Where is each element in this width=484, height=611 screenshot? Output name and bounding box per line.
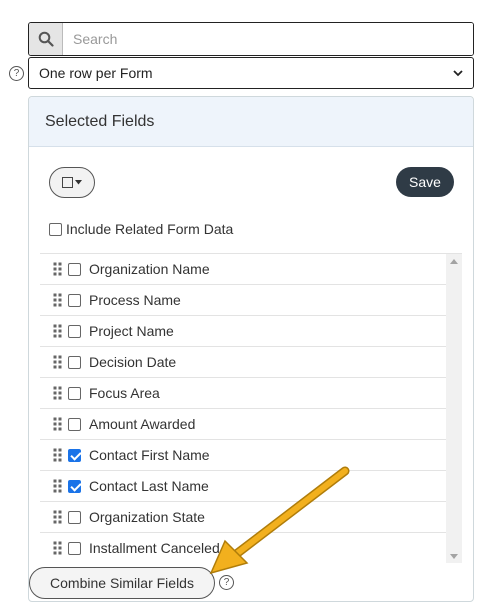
drag-handle-icon[interactable] <box>53 355 65 369</box>
drag-handle-icon[interactable] <box>53 293 65 307</box>
field-checkbox[interactable] <box>68 417 81 431</box>
field-row[interactable]: Amount Awarded <box>40 409 446 440</box>
field-row[interactable]: Contact Last Name <box>40 471 446 502</box>
caret-down-icon <box>75 180 82 185</box>
field-label: Organization Name <box>89 261 210 277</box>
field-list-scrollbar[interactable] <box>446 254 462 563</box>
checkbox-square-icon <box>62 177 73 188</box>
field-checkbox[interactable] <box>68 510 81 524</box>
field-row[interactable]: Installment Canceled <box>40 533 446 563</box>
search-button[interactable] <box>29 23 63 55</box>
field-checkbox[interactable] <box>68 386 81 400</box>
search-bar <box>28 22 474 56</box>
drag-handle-icon[interactable] <box>53 479 65 493</box>
row-mode-selected: One row per Form <box>39 65 153 81</box>
include-related-option: Include Related Form Data <box>49 221 233 237</box>
search-icon <box>38 31 54 47</box>
field-label: Installment Canceled <box>89 540 220 556</box>
field-checkbox[interactable] <box>68 293 81 307</box>
field-label: Organization State <box>89 509 205 525</box>
field-checkbox[interactable] <box>68 541 81 555</box>
combine-help-icon[interactable]: ? <box>219 575 234 590</box>
scroll-down-icon[interactable] <box>450 554 458 559</box>
drag-handle-icon[interactable] <box>53 417 65 431</box>
drag-handle-icon[interactable] <box>53 262 65 276</box>
select-options-dropdown[interactable] <box>49 167 95 198</box>
drag-handle-icon[interactable] <box>53 324 65 338</box>
field-row[interactable]: Decision Date <box>40 347 446 378</box>
row-mode-select[interactable]: One row per Form <box>28 57 474 89</box>
field-row[interactable]: Organization Name <box>40 254 446 285</box>
save-button[interactable]: Save <box>396 167 454 197</box>
combine-similar-fields-button[interactable]: Combine Similar Fields <box>29 567 215 599</box>
selected-fields-panel: Selected Fields Save Include Related For… <box>28 96 474 602</box>
field-row[interactable]: Project Name <box>40 316 446 347</box>
field-list: Organization Name Process Name Project Nam… <box>40 253 462 563</box>
drag-handle-icon[interactable] <box>53 510 65 524</box>
field-label: Project Name <box>89 323 174 339</box>
field-checkbox[interactable] <box>68 448 81 462</box>
include-related-label: Include Related Form Data <box>66 221 234 237</box>
field-label: Contact Last Name <box>89 478 209 494</box>
field-label: Contact First Name <box>89 447 210 463</box>
help-icon[interactable]: ? <box>9 66 24 81</box>
field-row[interactable]: Contact First Name <box>40 440 446 471</box>
panel-title: Selected Fields <box>45 112 155 130</box>
drag-handle-icon[interactable] <box>53 541 65 555</box>
scroll-up-icon[interactable] <box>450 259 458 264</box>
search-input[interactable] <box>63 23 473 55</box>
chevron-down-icon <box>453 69 463 76</box>
field-label: Focus Area <box>89 385 160 401</box>
panel-header: Selected Fields <box>29 97 473 147</box>
field-checkbox[interactable] <box>68 262 81 276</box>
field-label: Process Name <box>89 292 181 308</box>
drag-handle-icon[interactable] <box>53 448 65 462</box>
field-checkbox[interactable] <box>68 355 81 369</box>
include-related-checkbox[interactable] <box>49 222 62 236</box>
field-row[interactable]: Focus Area <box>40 378 446 409</box>
field-label: Decision Date <box>89 354 177 370</box>
drag-handle-icon[interactable] <box>53 386 65 400</box>
field-checkbox[interactable] <box>68 479 81 493</box>
field-checkbox[interactable] <box>68 324 81 338</box>
field-row[interactable]: Process Name <box>40 285 446 316</box>
field-row[interactable]: Organization State <box>40 502 446 533</box>
field-label: Amount Awarded <box>89 416 196 432</box>
